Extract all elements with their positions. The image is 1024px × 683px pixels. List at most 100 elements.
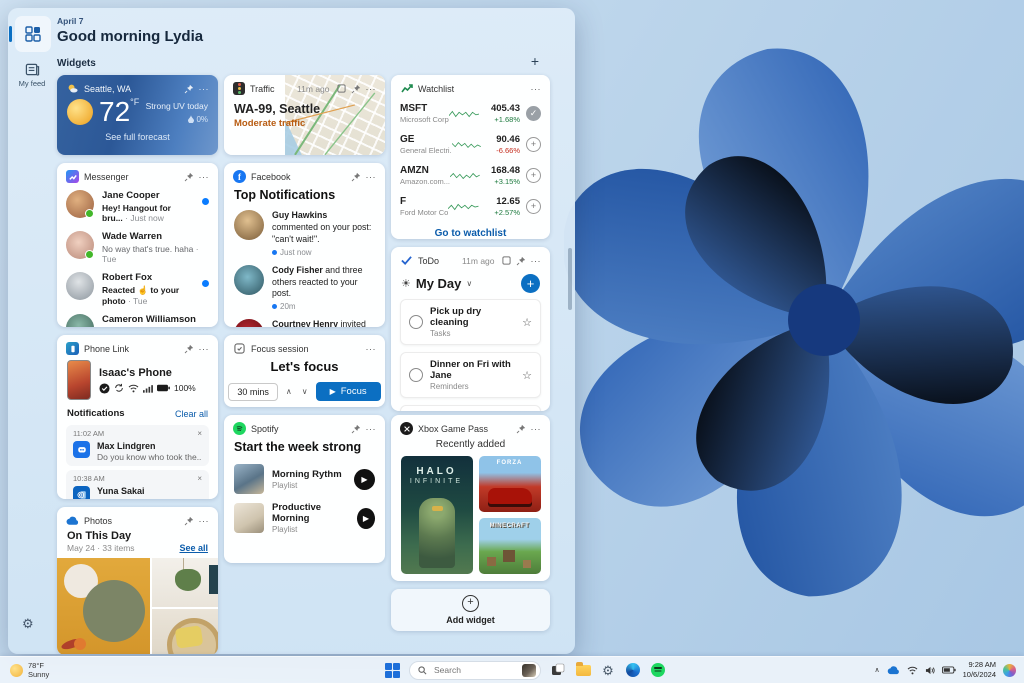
phone-link-icon — [66, 342, 79, 355]
phone-link-title: Phone Link — [84, 343, 130, 354]
contact-name: Cameron Williamson — [102, 314, 196, 325]
clear-all-link[interactable]: Clear all — [175, 409, 208, 419]
edge-button[interactable] — [625, 662, 641, 678]
task-checkbox[interactable] — [409, 368, 423, 382]
watchlist-add-button[interactable]: + — [526, 168, 541, 183]
spotify-taskbar-button[interactable] — [650, 662, 666, 678]
focus-duration-value[interactable]: 30 mins — [228, 382, 278, 401]
close-icon[interactable]: × — [197, 474, 202, 483]
duration-decrease-button[interactable]: ∨ — [300, 387, 310, 396]
nav-widgets-button[interactable] — [15, 16, 51, 52]
facebook-title: Facebook — [251, 171, 291, 182]
pin-icon[interactable] — [351, 424, 361, 434]
start-button[interactable] — [385, 662, 400, 678]
more-options-icon[interactable]: ··· — [199, 84, 210, 94]
settings-button[interactable]: ⚙ — [600, 662, 616, 678]
add-task-button[interactable]: + — [521, 274, 540, 293]
copilot-icon[interactable] — [1003, 663, 1016, 677]
file-explorer-button[interactable] — [575, 661, 591, 678]
traffic-widget[interactable]: Traffic 11m ago ··· WA-99, Seattle Moder… — [224, 75, 385, 155]
phone-thumbnail[interactable] — [67, 360, 91, 400]
pin-icon[interactable] — [184, 344, 194, 354]
tray-overflow-chevron[interactable]: ∧ — [875, 666, 880, 674]
more-options-icon[interactable]: ··· — [199, 516, 210, 526]
close-icon[interactable]: × — [197, 429, 202, 438]
notification-time: 11:02 AM — [73, 429, 105, 438]
expand-icon[interactable] — [336, 84, 346, 93]
focus-session-widget[interactable]: Focus session ··· Let's focus 30 mins ∧ … — [224, 335, 385, 407]
pin-icon[interactable] — [184, 516, 194, 526]
game-cover-minecraft[interactable]: MINECRAFT — [478, 518, 541, 574]
see-full-forecast-link[interactable]: See full forecast — [57, 132, 218, 142]
weather-widget[interactable]: Seattle, WA ··· 72°F Strong UV today 0% … — [57, 75, 218, 155]
pin-icon[interactable] — [351, 84, 361, 94]
facebook-heading: Top Notifications — [234, 188, 336, 202]
phone-link-widget[interactable]: Phone Link ··· Isaac's Phone 100% Notifi… — [57, 335, 218, 499]
watchlist-add-button[interactable]: + — [526, 199, 541, 214]
game-title: INFINITE — [409, 478, 464, 485]
more-options-icon[interactable]: ··· — [531, 84, 542, 94]
add-widget-plus-button[interactable]: + — [531, 54, 539, 68]
battery-icon[interactable] — [941, 666, 956, 674]
photos-widget[interactable]: Photos ··· On This Day May 24 · 33 items… — [57, 507, 218, 654]
see-all-link[interactable]: See all — [179, 543, 208, 553]
playlist-type: Playlist — [272, 480, 298, 490]
play-button[interactable]: ▶ — [354, 468, 375, 490]
photo-thumbnail[interactable] — [152, 609, 218, 654]
pin-icon[interactable] — [184, 84, 194, 94]
taskbar-clock[interactable]: 9:28 AM 10/6/2024 — [963, 660, 996, 680]
more-options-icon[interactable]: ··· — [366, 424, 377, 434]
go-to-watchlist-link[interactable]: Go to watchlist — [391, 228, 550, 239]
taskbar-search-box[interactable] — [409, 660, 541, 680]
photo-thumbnail[interactable] — [152, 558, 218, 607]
taskbar-weather-button[interactable]: 78°F Sunny — [10, 661, 49, 680]
wifi-icon[interactable] — [907, 666, 918, 675]
message-preview: Hey! Hangout for bru... · Just now — [102, 203, 171, 223]
duration-increase-button[interactable]: ∧ — [284, 387, 294, 396]
todo-task: Pick up dry cleaning Tasks ☆ — [400, 299, 541, 345]
xbox-game-pass-widget[interactable]: Xbox Game Pass ··· Recently added HALO I… — [391, 415, 550, 581]
facebook-widget[interactable]: f Facebook ··· Top Notifications Guy Haw… — [224, 163, 385, 327]
more-options-icon[interactable]: ··· — [531, 256, 542, 266]
game-cover-forza[interactable]: FORZA — [478, 456, 541, 512]
watchlist-add-button[interactable]: + — [526, 137, 541, 152]
star-icon[interactable]: ☆ — [522, 316, 532, 329]
chevron-down-icon[interactable]: ∨ — [466, 279, 472, 288]
photo-thumbnail[interactable] — [57, 558, 151, 654]
watchlist-added-button[interactable]: ✓ — [526, 106, 541, 121]
pin-icon[interactable] — [516, 256, 526, 266]
sync-icon[interactable] — [114, 383, 124, 393]
wifi-icon — [128, 384, 139, 392]
focus-start-button[interactable]: ▶ Focus — [315, 382, 381, 401]
watchlist-widget[interactable]: Watchlist ··· MSFT Microsoft Corp 405.43 +… — [391, 75, 550, 239]
add-widget-card[interactable]: + Add widget — [391, 589, 550, 631]
more-options-icon[interactable]: ··· — [199, 344, 210, 354]
pin-icon[interactable] — [184, 172, 194, 182]
more-options-icon[interactable]: ··· — [199, 172, 210, 182]
messenger-widget[interactable]: Messenger ··· Jane Cooper Hey! Hangout f… — [57, 163, 218, 327]
todo-widget[interactable]: ToDo 11m ago ··· ☀ My Day ∨ + Pick up dr… — [391, 247, 550, 411]
task-checkbox[interactable] — [409, 315, 423, 329]
todo-icon — [400, 254, 413, 267]
nav-my-feed-button[interactable]: My feed — [11, 62, 53, 88]
game-cover-halo-infinite[interactable]: HALO INFINITE — [400, 456, 473, 574]
task-view-button[interactable] — [550, 662, 566, 678]
speaker-icon[interactable] — [925, 666, 935, 675]
play-button[interactable]: ▶ — [356, 507, 375, 529]
search-highlight-image[interactable] — [522, 663, 536, 677]
more-options-icon[interactable]: ··· — [366, 344, 377, 354]
more-options-icon[interactable]: ··· — [366, 84, 377, 94]
pin-icon[interactable] — [351, 172, 361, 182]
more-options-icon[interactable]: ··· — [531, 424, 542, 434]
onedrive-icon[interactable] — [887, 665, 900, 675]
expand-icon[interactable] — [501, 256, 511, 265]
pin-icon[interactable] — [516, 424, 526, 434]
panel-scrollbar[interactable] — [568, 248, 572, 310]
star-icon[interactable]: ☆ — [522, 369, 532, 382]
album-art — [234, 503, 264, 533]
spotify-widget[interactable]: Spotify ··· Start the week strong Mornin… — [224, 415, 385, 563]
search-input[interactable] — [432, 664, 506, 676]
panel-settings-gear-icon[interactable]: ⚙ — [22, 616, 34, 632]
more-options-icon[interactable]: ··· — [366, 172, 377, 182]
phone-notification: 10:38 AM × Yuna SakaiReminiscing about ou… — [66, 470, 209, 499]
